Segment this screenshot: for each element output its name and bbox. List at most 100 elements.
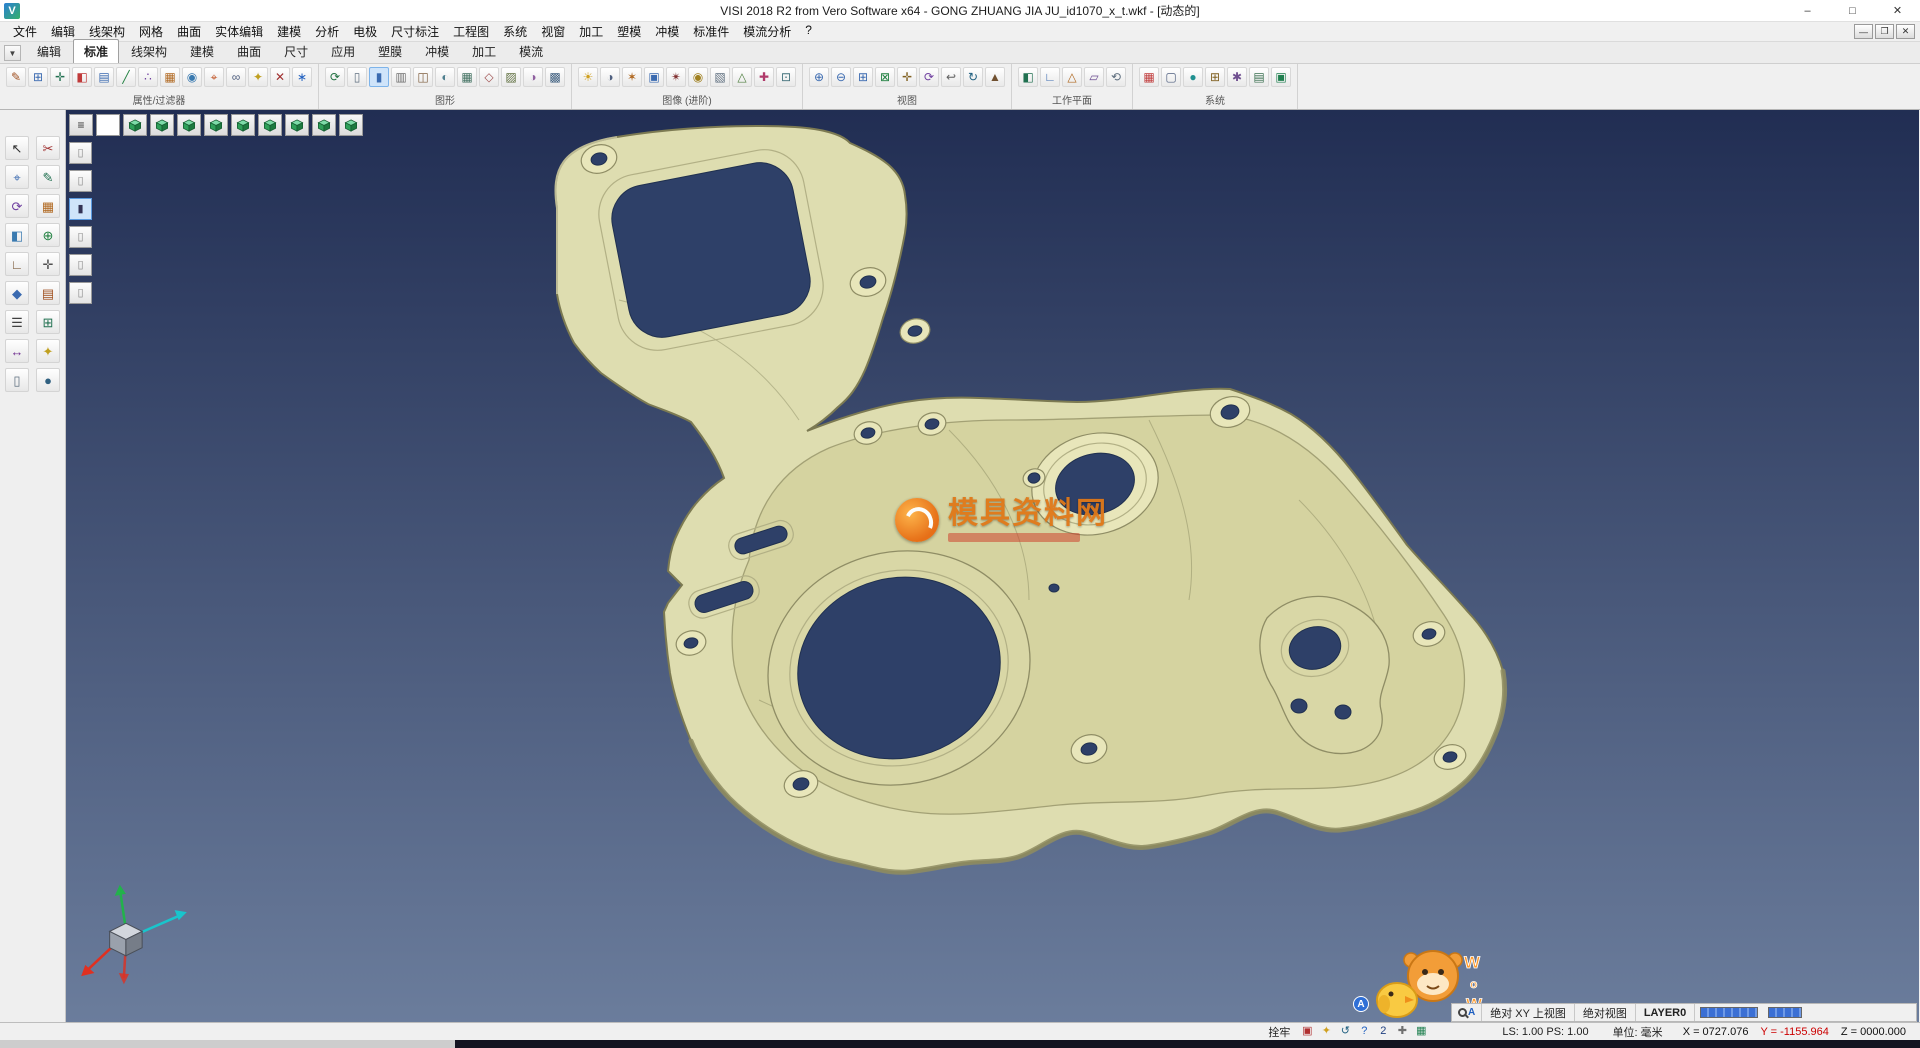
redraw-icon[interactable]: ⟳: [325, 67, 345, 87]
tab-standard[interactable]: 标准: [73, 39, 119, 63]
zoom-text-icon[interactable]: A: [1452, 1004, 1482, 1021]
mdi-restore-button[interactable]: ❐: [1875, 24, 1894, 39]
hidden-line-icon[interactable]: ▥: [391, 67, 411, 87]
render-capture-icon[interactable]: ⊡: [776, 67, 796, 87]
edge-display-icon[interactable]: ◇: [479, 67, 499, 87]
view-top-cube-icon[interactable]: [150, 114, 174, 136]
color-filter-icon[interactable]: ◧: [72, 67, 92, 87]
element-filter-icon[interactable]: ▦: [160, 67, 180, 87]
perspective-view-icon[interactable]: ▲: [985, 67, 1005, 87]
mdi-close-button[interactable]: ✕: [1896, 24, 1915, 39]
render-ambient-icon[interactable]: △: [732, 67, 752, 87]
status-hint-icon[interactable]: ✦: [1317, 1024, 1335, 1040]
render-camera-icon[interactable]: ◉: [688, 67, 708, 87]
zoom-window-icon[interactable]: ⊞: [853, 67, 873, 87]
render-add-icon[interactable]: ✚: [754, 67, 774, 87]
tab-wireframe[interactable]: 线架构: [120, 39, 178, 63]
menu-mold[interactable]: 塑模: [610, 21, 648, 42]
texture-display-icon[interactable]: ▩: [545, 67, 565, 87]
render-material-icon[interactable]: ▣: [644, 67, 664, 87]
system-display-icon[interactable]: ▢: [1161, 67, 1181, 87]
attribute-copy-icon[interactable]: ⊞: [28, 67, 48, 87]
status-undo-icon[interactable]: ↺: [1336, 1024, 1354, 1040]
view-bottom-cube-icon[interactable]: [285, 114, 309, 136]
stretch-tool-icon[interactable]: ↔: [5, 339, 29, 363]
deselect-all-icon[interactable]: ✕: [270, 67, 290, 87]
surface-tool-icon[interactable]: ◧: [5, 223, 29, 247]
tab-die[interactable]: 冲模: [414, 39, 460, 63]
render-light-icon[interactable]: ✴: [666, 67, 686, 87]
toolbar-dropdown-icon[interactable]: ▼: [4, 45, 21, 61]
view-orientation-field[interactable]: 绝对 XY 上视图: [1482, 1004, 1575, 1021]
tab-application[interactable]: 应用: [320, 39, 366, 63]
system-report-icon[interactable]: ▣: [1271, 67, 1291, 87]
curvature-display-icon[interactable]: ◑: [523, 67, 543, 87]
view-right-cube-icon[interactable]: [258, 114, 282, 136]
layer-filter-icon[interactable]: ▤: [94, 67, 114, 87]
system-layers-icon[interactable]: ▤: [1249, 67, 1269, 87]
tab-dimension[interactable]: 尺寸: [273, 39, 319, 63]
boolean-add-icon[interactable]: ⊕: [36, 223, 60, 247]
menu-die[interactable]: 冲模: [648, 21, 686, 42]
display-toggle-3[interactable]: ▮: [69, 198, 92, 220]
cylinder-tool-icon[interactable]: ▯: [5, 368, 29, 392]
pan-view-icon[interactable]: ✛: [897, 67, 917, 87]
shaded-view-icon[interactable]: ▮: [369, 67, 389, 87]
snap-lock-label[interactable]: 拴牢: [1260, 1024, 1298, 1040]
system-settings-icon[interactable]: ✱: [1227, 67, 1247, 87]
rotate-view-icon[interactable]: ⟳: [919, 67, 939, 87]
annotation-badge[interactable]: A: [1353, 996, 1369, 1012]
status-step-icon[interactable]: 2: [1374, 1024, 1392, 1040]
previous-view-icon[interactable]: ↩: [941, 67, 961, 87]
active-layer-field[interactable]: LAYER0: [1636, 1004, 1695, 1021]
move-tool-icon[interactable]: ✛: [36, 252, 60, 276]
status-help-icon[interactable]: ?: [1355, 1024, 1373, 1040]
absolute-view-field[interactable]: 绝对视图: [1575, 1004, 1636, 1021]
view-iso-cube-icon[interactable]: [123, 114, 147, 136]
tab-machining[interactable]: 加工: [461, 39, 507, 63]
tab-flow[interactable]: 模流: [508, 39, 554, 63]
sketch-tool-icon[interactable]: ✎: [36, 165, 60, 189]
viewport-menu-icon[interactable]: ≡: [69, 114, 93, 136]
list-tool-icon[interactable]: ☰: [5, 310, 29, 334]
mesh-tool-icon[interactable]: ▦: [36, 194, 60, 218]
workplane-reset-icon[interactable]: ⟲: [1106, 67, 1126, 87]
tab-mold[interactable]: 塑膜: [367, 39, 413, 63]
wireframe-view-icon[interactable]: ▯: [347, 67, 367, 87]
render-sun-icon[interactable]: ☀: [578, 67, 598, 87]
tab-surface[interactable]: 曲面: [226, 39, 272, 63]
tab-edit[interactable]: 编辑: [26, 39, 72, 63]
status-capture-icon[interactable]: ▣: [1298, 1024, 1316, 1040]
menu-standard-parts[interactable]: 标准件: [686, 21, 736, 42]
close-button[interactable]: ✕: [1875, 0, 1920, 21]
blank-view-button[interactable]: [96, 114, 120, 136]
menu-help[interactable]: ?: [798, 21, 819, 42]
transparency-icon[interactable]: ◐: [435, 67, 455, 87]
trim-tool-icon[interactable]: ✂: [36, 136, 60, 160]
grid-tool-icon[interactable]: ⊞: [36, 310, 60, 334]
rotate-tool-icon[interactable]: ⟳: [5, 194, 29, 218]
point-tool-icon[interactable]: ⌖: [5, 165, 29, 189]
color-swatch[interactable]: [1700, 1007, 1758, 1018]
point-filter-icon[interactable]: ∴: [138, 67, 158, 87]
system-grid-icon[interactable]: ⊞: [1205, 67, 1225, 87]
status-mesh-icon[interactable]: ▦: [1412, 1024, 1430, 1040]
display-toggle-6[interactable]: ▯: [69, 282, 92, 304]
solid-tool-icon[interactable]: ◆: [5, 281, 29, 305]
shadow-display-icon[interactable]: ▨: [501, 67, 521, 87]
linetype-swatch[interactable]: [1768, 1007, 1802, 1018]
render-sparkle-icon[interactable]: ✶: [622, 67, 642, 87]
layer-tool-icon[interactable]: ▤: [36, 281, 60, 305]
zoom-fit-icon[interactable]: ⊠: [875, 67, 895, 87]
status-tools-icon[interactable]: ✚: [1393, 1024, 1411, 1040]
corner-tool-icon[interactable]: ∟: [5, 252, 29, 276]
menu-machining[interactable]: 加工: [572, 21, 610, 42]
system-network-icon[interactable]: ●: [1183, 67, 1203, 87]
selection-info-icon[interactable]: ∗: [292, 67, 312, 87]
view-dynamic-cube-icon[interactable]: [339, 114, 363, 136]
view-iso2-cube-icon[interactable]: [312, 114, 336, 136]
workplane-view-icon[interactable]: ▱: [1084, 67, 1104, 87]
quick-select-icon[interactable]: ✦: [248, 67, 268, 87]
sphere-tool-icon[interactable]: ●: [36, 368, 60, 392]
maximize-button[interactable]: □: [1830, 0, 1875, 21]
